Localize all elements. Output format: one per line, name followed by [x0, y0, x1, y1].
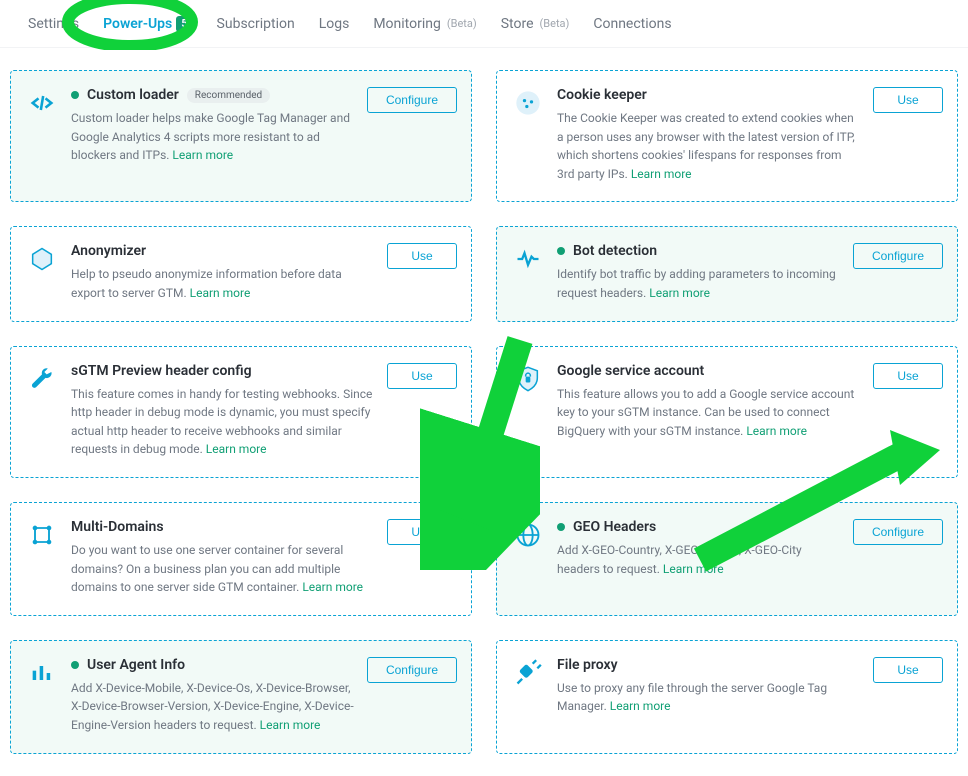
card-title: Bot detection: [573, 243, 657, 259]
status-dot: [557, 523, 565, 531]
card-user-agent: User Agent Info Add X-Device-Mobile, X-D…: [10, 640, 472, 754]
status-dot: [557, 247, 565, 255]
learn-more-link[interactable]: Learn more: [610, 699, 671, 713]
use-button[interactable]: Use: [873, 657, 943, 683]
learn-more-link[interactable]: Learn more: [172, 148, 233, 162]
hexagon-icon: [25, 243, 59, 273]
tab-store-beta: (Beta): [540, 17, 570, 30]
card-title: Multi-Domains: [71, 519, 164, 535]
tab-monitoring-label: Monitoring: [373, 16, 441, 32]
card-title: Custom loader: [87, 87, 179, 103]
card-title: File proxy: [557, 657, 618, 673]
tab-monitoring-beta: (Beta): [447, 17, 477, 30]
use-button[interactable]: Use: [873, 363, 943, 389]
tab-power-ups[interactable]: Power-Ups 5: [103, 16, 192, 32]
card-desc: Do you want to use one server container …: [71, 541, 375, 597]
card-geo-headers: GEO Headers Add X-GEO-Country, X-GEO-Reg…: [496, 502, 958, 616]
learn-more-link[interactable]: Learn more: [631, 167, 692, 181]
status-dot: [71, 661, 79, 669]
plug-icon: [511, 657, 545, 687]
learn-more-link[interactable]: Learn more: [649, 286, 710, 300]
card-desc: Custom loader helps make Google Tag Mana…: [71, 109, 355, 165]
sitemap-icon: [25, 519, 59, 549]
cookie-icon: [511, 87, 545, 117]
globe-icon: [511, 519, 545, 549]
code-icon: [25, 87, 59, 117]
learn-more-link[interactable]: Learn more: [260, 718, 321, 732]
power-ups-grid: Custom loader Recommended Custom loader …: [0, 48, 968, 776]
tab-store-label: Store: [501, 16, 534, 32]
tab-settings[interactable]: Settings: [28, 16, 79, 32]
card-title: User Agent Info: [87, 657, 185, 673]
tab-store[interactable]: Store (Beta): [501, 16, 570, 32]
configure-button[interactable]: Configure: [853, 519, 943, 545]
card-desc: Use to proxy any file through the server…: [557, 679, 861, 716]
card-anonymizer: Anonymizer Help to pseudo anonymize info…: [10, 226, 472, 321]
card-desc: Add X-GEO-Country, X-GEO-Region, X-GEO-C…: [557, 541, 841, 578]
card-google-service: Google service account This feature allo…: [496, 346, 958, 478]
card-file-proxy: File proxy Use to proxy any file through…: [496, 640, 958, 754]
learn-more-link[interactable]: Learn more: [302, 580, 363, 594]
tab-logs[interactable]: Logs: [319, 16, 350, 32]
use-button[interactable]: Use: [387, 243, 457, 269]
card-title: Anonymizer: [71, 243, 146, 259]
card-desc: The Cookie Keeper was created to extend …: [557, 109, 861, 183]
use-button[interactable]: Use: [873, 87, 943, 113]
tab-connections[interactable]: Connections: [593, 16, 671, 32]
card-title: Google service account: [557, 363, 704, 379]
configure-button[interactable]: Configure: [367, 87, 457, 113]
learn-more-link[interactable]: Learn more: [663, 562, 724, 576]
shield-lock-icon: [511, 363, 545, 393]
card-desc: This feature allows you to add a Google …: [557, 385, 861, 441]
heartbeat-icon: [511, 243, 545, 273]
card-bot-detection: Bot detection Identify bot traffic by ad…: [496, 226, 958, 321]
configure-button[interactable]: Configure: [853, 243, 943, 269]
learn-more-link[interactable]: Learn more: [190, 286, 251, 300]
power-ups-badge: 5: [176, 16, 192, 32]
tabs-nav: Settings Power-Ups 5 Subscription Logs M…: [0, 0, 968, 48]
card-sgtm-preview: sGTM Preview header config This feature …: [10, 346, 472, 478]
card-multi-domains: Multi-Domains Do you want to use one ser…: [10, 502, 472, 616]
learn-more-link[interactable]: Learn more: [746, 424, 807, 438]
tab-power-ups-label: Power-Ups: [103, 16, 172, 32]
card-custom-loader: Custom loader Recommended Custom loader …: [10, 70, 472, 202]
card-title: sGTM Preview header config: [71, 363, 252, 379]
configure-button[interactable]: Configure: [367, 657, 457, 683]
chart-bar-icon: [25, 657, 59, 687]
recommended-chip: Recommended: [187, 88, 270, 103]
use-button[interactable]: Use: [387, 519, 457, 545]
card-desc: Identify bot traffic by adding parameter…: [557, 265, 841, 302]
card-title: Cookie keeper: [557, 87, 647, 103]
card-desc: Add X-Device-Mobile, X-Device-Os, X-Devi…: [71, 679, 355, 735]
card-desc: Help to pseudo anonymize information bef…: [71, 265, 375, 302]
tab-monitoring[interactable]: Monitoring (Beta): [373, 16, 476, 32]
status-dot: [71, 91, 79, 99]
card-cookie-keeper: Cookie keeper The Cookie Keeper was crea…: [496, 70, 958, 202]
card-desc: This feature comes in handy for testing …: [71, 385, 375, 459]
card-title: GEO Headers: [573, 519, 656, 535]
tab-subscription[interactable]: Subscription: [217, 16, 295, 32]
use-button[interactable]: Use: [387, 363, 457, 389]
learn-more-link[interactable]: Learn more: [206, 442, 267, 456]
wrench-icon: [25, 363, 59, 393]
